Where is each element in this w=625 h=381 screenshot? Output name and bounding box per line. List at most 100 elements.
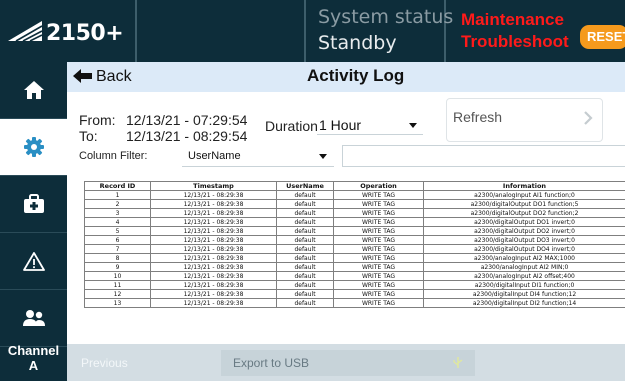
table-row[interactable]: 12 12/13/21 - 08:29:38 default WRITE TAG a23… [84,289,625,299]
table-row[interactable]: 2 12/13/21 - 08:29:38 default WRITE TAG a230… [84,199,625,209]
table-cell: a2300/digitalOutput DO1 invert;0 [423,217,625,227]
column-header[interactable]: Operation [333,181,424,191]
toolbox-icon [23,194,44,213]
table-cell: a2300/digitalInput DI4 function;12 [423,289,625,299]
table-cell: a2300/analogInput AI2 offset;400 [423,271,625,281]
table-cell: default [276,235,334,245]
table-row[interactable]: 8 12/13/21 - 08:29:38 default WRITE TAG a230… [84,253,625,263]
table-row[interactable]: 9 12/13/21 - 08:29:38 default WRITE TAG a230… [84,262,625,272]
table-cell: a2300/digitalOutput DO2 invert;0 [423,226,625,236]
table-cell: default [276,253,334,263]
to-label: To: [79,128,98,144]
table-cell: 12/13/21 - 08:29:38 [150,298,277,308]
model-name: 2150+ [46,21,124,46]
previous-button[interactable]: Previous [81,356,128,370]
table-cell: WRITE TAG [333,226,424,236]
table-row[interactable]: 5 12/13/21 - 08:29:38 default WRITE TAG a230… [84,226,625,236]
column-filter-value: UserName [188,150,241,162]
table-cell: default [276,208,334,218]
logo-icon [8,21,43,42]
refresh-button[interactable]: Refresh [446,98,603,142]
troubleshoot-alert[interactable]: Troubleshoot [461,32,569,52]
table-cell: 12/13/21 - 08:29:38 [150,289,277,299]
table-row[interactable]: 4 12/13/21 - 08:29:38 default WRITE TAG a230… [84,217,625,227]
reset-button[interactable]: RESET [580,25,625,49]
table-cell: WRITE TAG [333,289,424,299]
filter-text-input[interactable] [342,145,625,167]
column-header[interactable]: Record ID [84,181,151,191]
table-cell: WRITE TAG [333,262,424,272]
title-bar: Back Activity Log [67,62,625,92]
table-cell: 12/13/21 - 08:29:38 [150,253,277,263]
table-cell: a2300/analogInput AI1 function;0 [423,190,625,200]
table-cell: WRITE TAG [333,280,424,290]
table-row[interactable]: 1 12/13/21 - 08:29:38 default WRITE TAG a230… [84,190,625,200]
to-value[interactable]: 12/13/21 - 08:29:54 [126,128,247,144]
table-cell: a2300/analogInput AI2 MAX;1000 [423,253,625,263]
table-cell: 2 [84,199,151,209]
table-cell: default [276,199,334,209]
table-row[interactable]: 11 12/13/21 - 08:29:38 default WRITE TAG a23… [84,280,625,290]
channel-label: Channel [7,343,60,358]
table-cell: default [276,271,334,281]
table-cell: 12/13/21 - 08:29:38 [150,226,277,236]
table-cell: 7 [84,244,151,254]
header-bar: 2150+ System status Standby Maintenance … [0,0,625,62]
usb-icon [453,357,463,368]
table-cell: 12/13/21 - 08:29:38 [150,280,277,290]
table-row[interactable]: 6 12/13/21 - 08:29:38 default WRITE TAG a230… [84,235,625,245]
table-row[interactable]: 13 12/13/21 - 08:29:38 default WRITE TAG a23… [84,298,625,308]
chevron-right-icon [584,111,593,125]
sidebar-item-users[interactable] [0,290,67,347]
system-status: System status Standby [304,0,453,62]
column-filter-dropdown[interactable]: UserName [182,145,334,167]
status-label: System status [318,6,454,28]
export-label: Export to USB [233,356,310,370]
home-icon [23,81,44,99]
table-cell: 12/13/21 - 08:29:38 [150,190,277,200]
table-cell: WRITE TAG [333,190,424,200]
table-row[interactable]: 7 12/13/21 - 08:29:38 default WRITE TAG a230… [84,244,625,254]
table-cell: 12/13/21 - 08:29:38 [150,262,277,272]
channel-selector[interactable]: Channel A [0,343,67,373]
activity-log-table: Record ID Timestamp UserName Operation I… [84,181,625,344]
back-arrow-icon[interactable] [73,68,93,84]
table-header-row: Record ID Timestamp UserName Operation I… [84,181,625,191]
sidebar-item-home[interactable] [0,62,67,119]
channel-value: A [28,358,39,373]
table-cell: a2300/digitalOutput DO1 function;5 [423,199,625,209]
column-header[interactable]: Timestamp [150,181,277,191]
duration-dropdown[interactable]: 1 Hour [317,115,423,135]
back-button[interactable]: Back [96,68,132,86]
table-cell: a2300/digitalInput DI2 function;14 [423,298,625,308]
table-cell: default [276,190,334,200]
sidebar-item-maintenance[interactable] [0,176,67,233]
sidebar-item-alarms[interactable] [0,233,67,290]
table-cell: 11 [84,280,151,290]
from-label: From: [79,112,116,128]
table-cell: WRITE TAG [333,217,424,227]
table-cell: default [276,289,334,299]
table-cell: 1 [84,190,151,200]
table-cell: 10 [84,271,151,281]
table-cell: default [276,298,334,308]
table-cell: a2300/analogInput AI2 MIN;0 [423,262,625,272]
from-value[interactable]: 12/13/21 - 07:29:54 [126,112,247,128]
maintenance-alert[interactable]: Maintenance [461,10,564,30]
refresh-label: Refresh [453,109,503,125]
sidebar-item-settings[interactable] [0,119,67,176]
warning-icon [22,252,45,271]
table-cell: 12/13/21 - 08:29:38 [150,244,277,254]
table-cell: WRITE TAG [333,244,424,254]
table-cell: 12/13/21 - 08:29:38 [150,235,277,245]
table-cell: WRITE TAG [333,199,424,209]
export-to-usb-button[interactable]: Export to USB [221,350,475,376]
chevron-down-icon [319,154,327,159]
table-row[interactable]: 3 12/13/21 - 08:29:38 default WRITE TAG a230… [84,208,625,218]
table-cell: WRITE TAG [333,298,424,308]
table-cell: 12/13/21 - 08:29:38 [150,208,277,218]
column-header[interactable]: Information [423,181,625,191]
column-header[interactable]: UserName [276,181,334,191]
table-row[interactable]: 10 12/13/21 - 08:29:38 default WRITE TAG a23… [84,271,625,281]
main-content: Back Activity Log From: 12/13/21 - 07:29… [67,62,625,381]
